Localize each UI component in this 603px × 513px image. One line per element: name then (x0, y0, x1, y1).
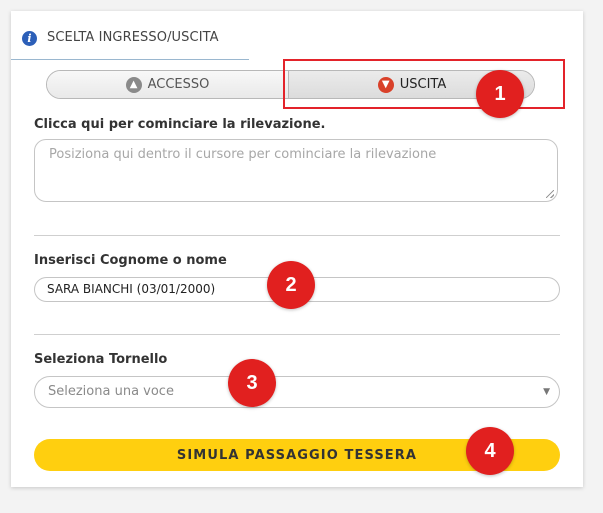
access-option-button[interactable]: ▲ ACCESSO (47, 71, 288, 98)
step-badge-2: 2 (267, 261, 315, 309)
info-icon: i (22, 31, 37, 46)
step-badge-1: 1 (476, 70, 524, 118)
header-underline (11, 59, 249, 60)
access-option-label: ACCESSO (147, 77, 210, 92)
start-label: Clicca qui per cominciare la rilevazione… (34, 117, 326, 132)
turnstile-label: Seleziona Tornello (34, 352, 168, 367)
resize-grip-icon[interactable] (546, 190, 554, 198)
arrow-up-icon: ▲ (125, 76, 142, 93)
card-header: i SCELTA INGRESSO/USCITA (11, 11, 583, 59)
divider-2 (34, 334, 560, 335)
step-badge-3: 3 (228, 359, 276, 407)
turnstile-select[interactable]: Seleziona una voce ▼ (34, 376, 560, 408)
step-badge-4: 4 (466, 427, 514, 475)
divider-1 (34, 235, 560, 236)
turnstile-select-value: Seleziona una voce (48, 384, 174, 399)
start-placeholder: Posiziona qui dentro il cursore per comi… (49, 147, 437, 162)
chevron-down-icon: ▼ (543, 387, 550, 397)
name-input-value: SARA BIANCHI (03/01/2000) (47, 282, 216, 296)
start-textarea[interactable]: Posiziona qui dentro il cursore per comi… (34, 139, 558, 202)
header-title: SCELTA INGRESSO/USCITA (47, 30, 219, 45)
name-label: Inserisci Cognome o nome (34, 253, 227, 268)
